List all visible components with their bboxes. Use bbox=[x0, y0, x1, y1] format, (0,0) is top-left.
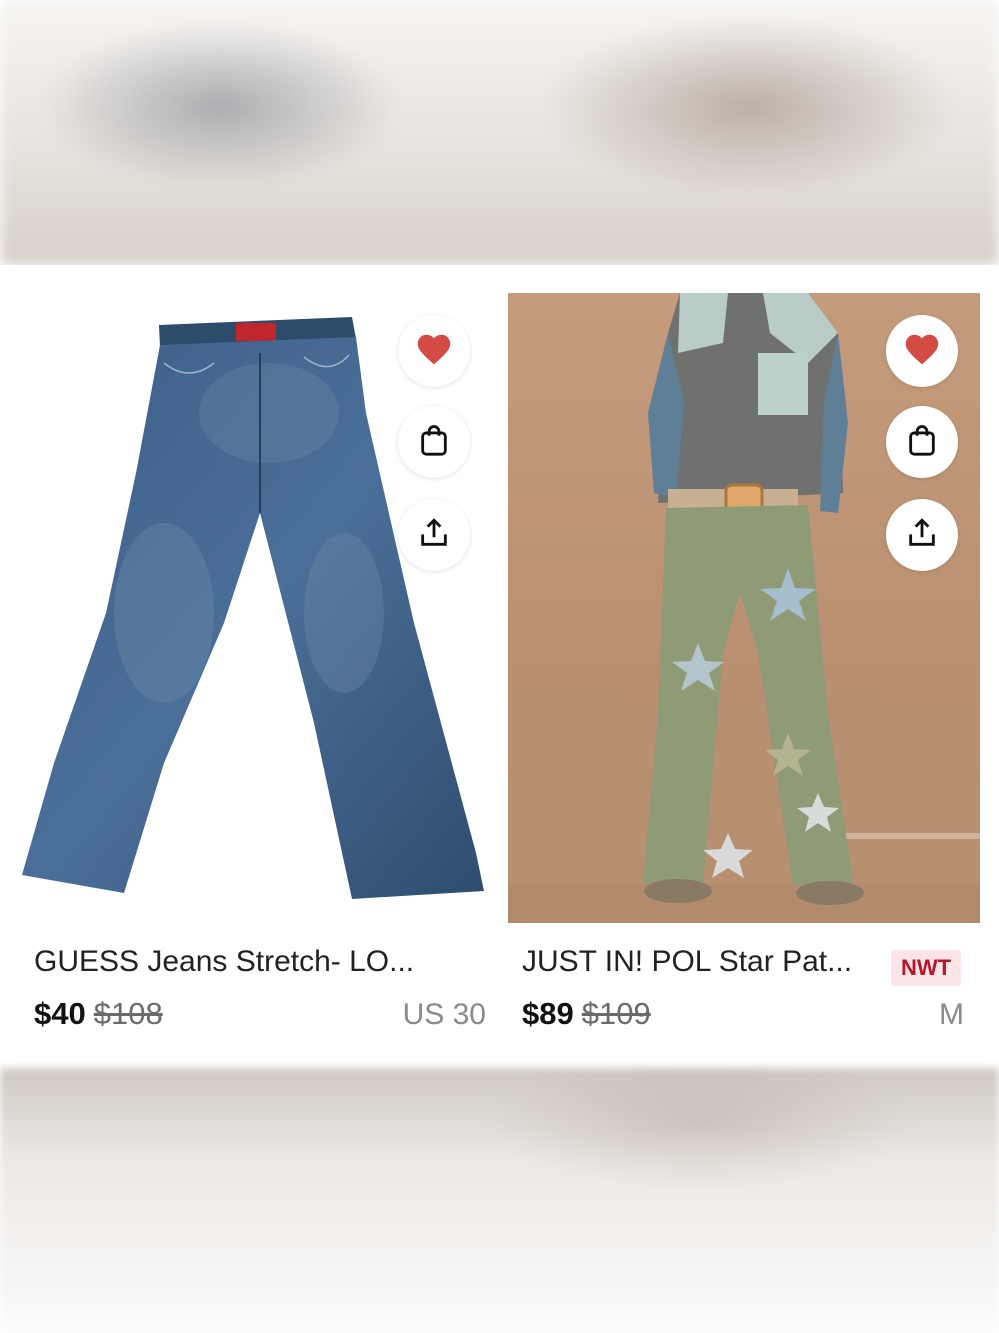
shopping-bag-icon bbox=[905, 423, 939, 462]
add-to-bag-button[interactable] bbox=[886, 406, 958, 478]
listing-image[interactable] bbox=[14, 293, 486, 923]
shopping-bag-icon bbox=[417, 423, 451, 462]
heart-icon bbox=[903, 332, 941, 371]
blurred-background-top bbox=[0, 0, 999, 265]
listing-grid: GUESS Jeans Stretch- LO... $40 $108 US 30 bbox=[0, 265, 999, 1068]
share-button[interactable] bbox=[398, 499, 470, 571]
like-button[interactable] bbox=[398, 315, 470, 387]
listing-price: $89 bbox=[522, 996, 574, 1031]
listing-card[interactable]: GUESS Jeans Stretch- LO... $40 $108 US 30 bbox=[14, 293, 486, 1063]
listing-size: M bbox=[939, 998, 964, 1031]
model-illustration bbox=[508, 293, 980, 923]
jeans-illustration bbox=[22, 317, 484, 899]
price-row: $89 $109 bbox=[522, 996, 651, 1032]
listing-size: US 30 bbox=[402, 998, 486, 1031]
like-button[interactable] bbox=[886, 315, 958, 387]
listing-price: $40 bbox=[34, 996, 86, 1031]
listing-title[interactable]: GUESS Jeans Stretch- LO... bbox=[34, 945, 414, 979]
price-row: $40 $108 bbox=[34, 996, 163, 1032]
listing-image[interactable] bbox=[508, 293, 980, 923]
heart-icon bbox=[415, 332, 453, 371]
original-price: $109 bbox=[581, 996, 651, 1031]
original-price: $108 bbox=[93, 996, 163, 1031]
share-icon bbox=[417, 516, 451, 555]
share-icon bbox=[905, 516, 939, 555]
nwt-badge: NWT bbox=[891, 950, 962, 986]
listing-title[interactable]: JUST IN! POL Star Pat... bbox=[522, 945, 852, 979]
blurred-background-bottom bbox=[0, 1068, 999, 1333]
share-button[interactable] bbox=[886, 499, 958, 571]
add-to-bag-button[interactable] bbox=[398, 406, 470, 478]
listing-card[interactable]: JUST IN! POL Star Pat... NWT $89 $109 M bbox=[508, 293, 980, 1063]
